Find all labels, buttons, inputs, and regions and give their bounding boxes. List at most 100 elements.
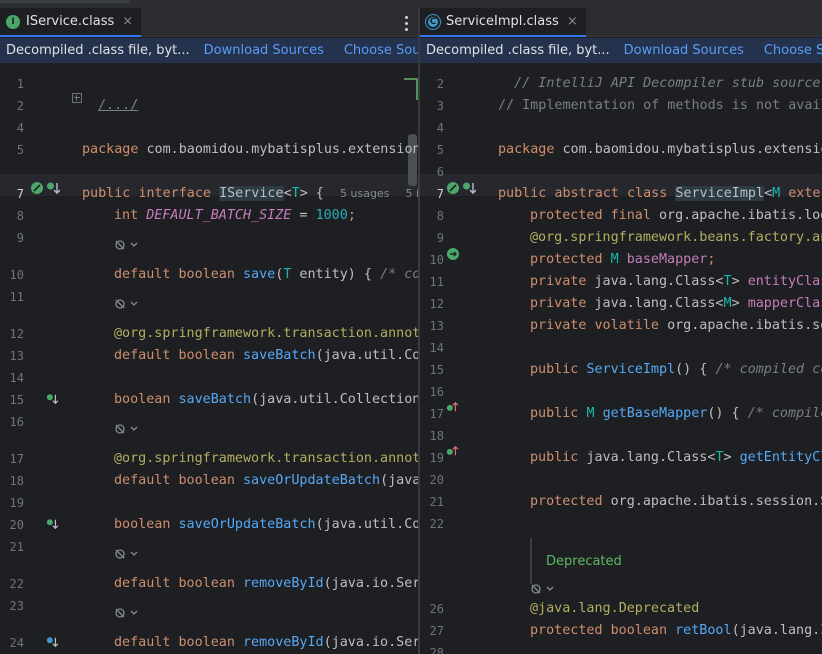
line-number: 19 xyxy=(429,451,444,465)
tab-bar-right: C ServiceImpl.class × xyxy=(420,8,822,37)
implementing-leaf-icon[interactable] xyxy=(446,181,460,195)
line-number: 17 xyxy=(429,407,444,421)
line-number: 22 xyxy=(429,517,444,531)
code-lens-icon[interactable] xyxy=(114,237,140,253)
code-line-19: public java.lang.Class<T> getEntityCl xyxy=(530,450,822,465)
implemented-down-arrow-icon[interactable] xyxy=(462,181,476,195)
code-line-5: package com.baomidou.mybatisplus.extensi… xyxy=(498,142,822,157)
line-number: 23 xyxy=(9,599,24,613)
line-number: 9 xyxy=(436,231,444,245)
code-lens-icon[interactable] xyxy=(114,605,140,621)
code-editor-left[interactable]: 1 2 4 5 7 8 9 10 11 12 13 14 15 16 17 18 19 20 21 22 23 24 /.… xyxy=(0,64,418,654)
code-lens-icon[interactable] xyxy=(530,581,556,597)
editor-pane-serviceimpl: C ServiceImpl.class × Decompiled .class … xyxy=(420,8,822,654)
line-number: 12 xyxy=(429,297,444,311)
autowired-icon[interactable] xyxy=(446,247,460,261)
code-line-11: private java.lang.Class<T> entityClas xyxy=(530,274,822,289)
code-line-15: boolean saveBatch(java.util.Collection xyxy=(114,392,418,407)
line-number: 15 xyxy=(429,363,444,377)
download-sources-link[interactable]: Download Sources xyxy=(624,43,744,58)
code-line-27: protected boolean retBool(java.lang.I xyxy=(530,623,822,638)
line-number: 13 xyxy=(429,319,444,333)
code-line-13: private volatile org.apache.ibatis.se xyxy=(530,318,822,333)
line-number: 8 xyxy=(436,209,444,223)
tab-bar-left: I IService.class × xyxy=(0,8,418,37)
banner-message: Decompiled .class file, byt... xyxy=(426,43,610,58)
implementations-hint: 5 ir xyxy=(405,187,418,200)
line-number: 16 xyxy=(429,385,444,399)
code-line-10: default boolean save(T entity) { /* co xyxy=(114,267,418,282)
line-number: 4 xyxy=(16,121,24,135)
code-line-2: /.../ xyxy=(98,98,139,113)
line-number: 9 xyxy=(16,231,24,245)
choose-sources-link[interactable]: Choose Sources... xyxy=(764,43,822,58)
tab-close-icon[interactable]: × xyxy=(567,14,578,29)
usages-hint: 5 usages xyxy=(340,187,390,200)
implemented-down-arrow-icon[interactable] xyxy=(46,181,60,195)
line-number: 22 xyxy=(9,577,24,591)
code-line-10: protected M baseMapper; xyxy=(530,252,716,267)
code-line-15: public ServiceImpl() { /* compiled co xyxy=(530,362,822,377)
line-number: 8 xyxy=(16,209,24,223)
overridden-down-arrow-icon[interactable] xyxy=(46,636,58,648)
more-options-icon[interactable] xyxy=(400,14,412,32)
line-number: 24 xyxy=(9,636,24,650)
code-lens-icon[interactable] xyxy=(114,546,140,562)
line-number: 10 xyxy=(429,253,444,267)
line-number: 20 xyxy=(9,518,24,532)
line-number: 18 xyxy=(429,429,444,443)
download-sources-link[interactable]: Download Sources xyxy=(204,43,324,58)
line-number: 28 xyxy=(429,646,444,654)
line-number: 2 xyxy=(436,77,444,91)
line-number: 12 xyxy=(9,327,24,341)
line-number: 11 xyxy=(9,290,24,304)
code-line-9: @org.springframework.beans.factory.an xyxy=(530,230,822,245)
code-line-3: // Implementation of methods is not avai… xyxy=(498,98,822,113)
implemented-down-arrow-icon[interactable] xyxy=(46,393,58,405)
window-top-strip xyxy=(0,0,822,8)
tab-label: ServiceImpl.class xyxy=(446,14,559,29)
line-number: 21 xyxy=(429,495,444,509)
code-line-5: package com.baomidou.mybatisplus.extensi… xyxy=(82,142,418,157)
implemented-down-arrow-icon[interactable] xyxy=(46,518,58,530)
line-number: 1 xyxy=(16,77,24,91)
line-number: 16 xyxy=(9,415,24,429)
code-line-17: public M getBaseMapper() { /* compile xyxy=(530,406,822,421)
line-number: 2 xyxy=(16,99,24,113)
line-number: 19 xyxy=(9,496,24,510)
top-strip-accent xyxy=(0,0,130,3)
line-number: 6 xyxy=(436,165,444,179)
banner-message: Decompiled .class file, byt... xyxy=(6,43,190,58)
choose-sources-link[interactable]: Choose Sources... xyxy=(344,43,418,58)
tab-close-icon[interactable]: × xyxy=(122,14,133,29)
code-editor-right[interactable]: 2 3 4 5 6 7 8 9 10 11 12 13 14 15 16 17 18 19 20 21 22 26 27 28… xyxy=(420,64,822,654)
implements-up-arrow-icon[interactable] xyxy=(446,445,458,457)
line-number: 5 xyxy=(16,143,24,157)
fold-expand-icon[interactable] xyxy=(72,93,82,103)
implemented-leaf-icon[interactable] xyxy=(30,181,44,195)
line-number: 27 xyxy=(429,624,444,638)
decompiled-banner: Decompiled .class file, byt... Download … xyxy=(0,38,418,63)
line-number: 10 xyxy=(9,268,24,282)
code-line-8: protected final org.apache.ibatis.log xyxy=(530,208,822,223)
editor-pane-iservice: I IService.class × Decompiled .class fil… xyxy=(0,8,418,654)
line-number: 4 xyxy=(436,121,444,135)
line-number: 7 xyxy=(16,187,24,201)
deprecated-doc-block: Deprecated xyxy=(530,538,822,584)
code-line-24: default boolean removeById(java.io.Ser xyxy=(114,635,418,650)
code-lens-icon[interactable] xyxy=(114,296,140,312)
line-number: 17 xyxy=(9,452,24,466)
tab-serviceimpl[interactable]: C ServiceImpl.class × xyxy=(420,8,586,37)
code-line-12: @org.springframework.transaction.annot xyxy=(114,326,418,341)
implements-up-arrow-icon[interactable] xyxy=(446,401,458,413)
code-line-12: private java.lang.Class<M> mapperClas xyxy=(530,296,822,311)
code-line-18: default boolean saveOrUpdateBatch(java xyxy=(114,473,418,488)
line-number: 13 xyxy=(9,349,24,363)
code-lens-icon[interactable] xyxy=(114,421,140,437)
line-number: 26 xyxy=(429,602,444,616)
line-number: 18 xyxy=(9,474,24,488)
line-number: 14 xyxy=(429,341,444,355)
tab-iservice[interactable]: I IService.class × xyxy=(0,8,142,37)
interface-icon: I xyxy=(6,14,20,29)
line-number: 15 xyxy=(9,393,24,407)
